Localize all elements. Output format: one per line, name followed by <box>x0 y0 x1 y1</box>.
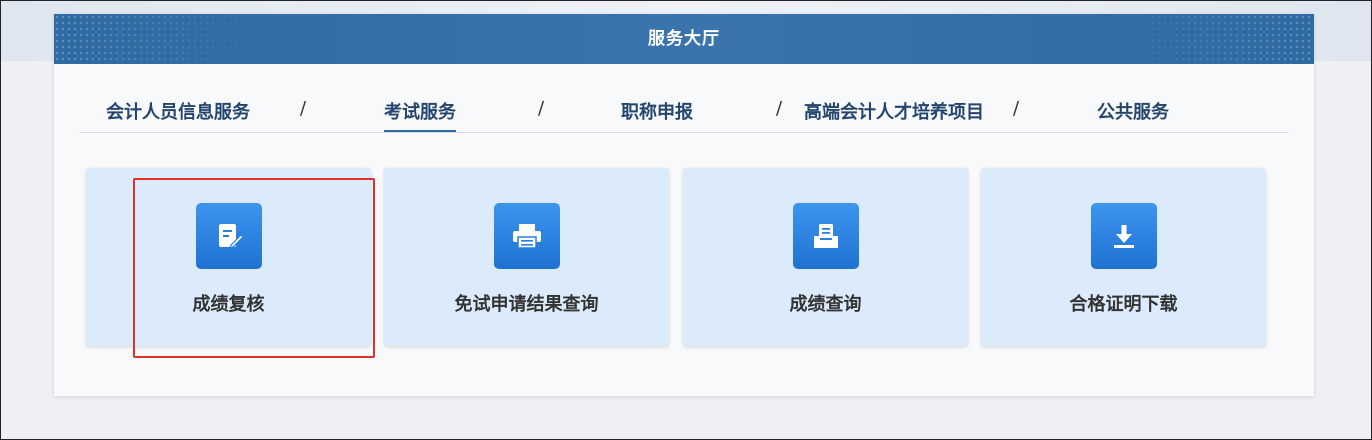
card-score-query[interactable]: 成绩查询 <box>683 168 968 346</box>
tab-separator: / <box>300 98 307 119</box>
card-label: 成绩复核 <box>192 294 265 315</box>
tab-separator: / <box>776 98 783 119</box>
card-score-review[interactable]: 成绩复核 <box>86 168 371 346</box>
header-decoration-left <box>54 14 254 64</box>
service-tabs: 会计人员信息服务 / 考试服务 / 职称申报 / 高端会计人才培养项目 / 公共… <box>79 84 1289 133</box>
edit-document-icon <box>196 203 262 269</box>
card-label: 成绩查询 <box>789 294 862 315</box>
tab-public-services[interactable]: 公共服务 <box>1097 98 1169 132</box>
header-decoration-right <box>1114 14 1314 64</box>
tab-title-application[interactable]: 职称申报 <box>621 98 693 132</box>
page-title: 服务大厅 <box>648 29 720 49</box>
card-label: 合格证明下载 <box>1069 294 1178 315</box>
card-exemption-result-query[interactable]: 免试申请结果查询 <box>384 168 669 346</box>
service-hall-panel: 服务大厅 会计人员信息服务 / 考试服务 / 职称申报 / 高端会计人才培养项目… <box>54 14 1314 396</box>
tab-exam-services[interactable]: 考试服务 <box>384 98 456 132</box>
card-certificate-download[interactable]: 合格证明下载 <box>981 168 1266 346</box>
tab-separator: / <box>538 98 545 119</box>
download-icon <box>1091 203 1157 269</box>
tab-accountant-info[interactable]: 会计人员信息服务 <box>106 98 250 132</box>
inbox-document-icon <box>793 203 859 269</box>
card-label: 免试申请结果查询 <box>454 294 599 315</box>
tab-separator: / <box>1013 98 1020 119</box>
panel-header: 服务大厅 <box>54 14 1314 64</box>
printer-icon <box>494 203 560 269</box>
tab-senior-accountant-program[interactable]: 高端会计人才培养项目 <box>804 98 984 132</box>
